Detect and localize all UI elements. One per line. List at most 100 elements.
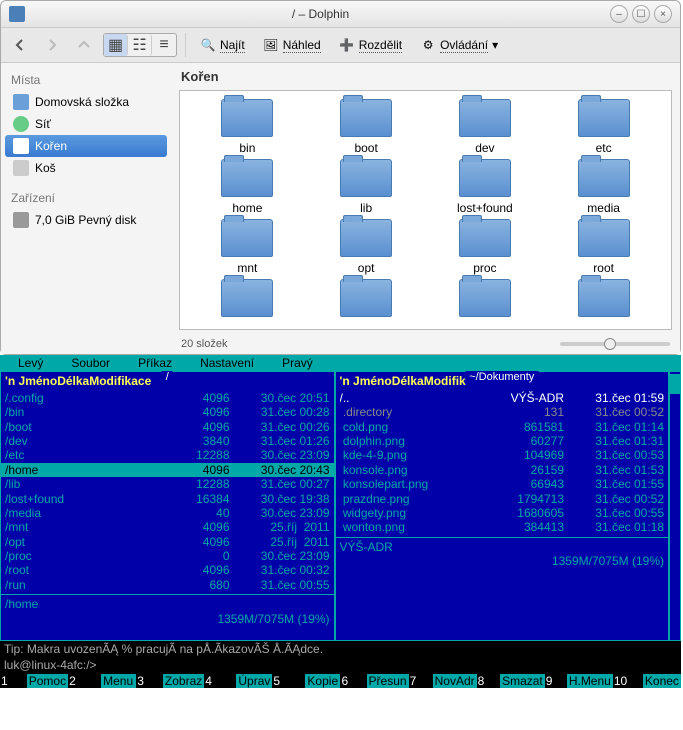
icons-view-button[interactable]: ▦	[104, 34, 128, 56]
folder-item[interactable]	[188, 279, 307, 321]
fkey-4[interactable]: 4Úprav	[204, 674, 272, 688]
mc-file-row[interactable]: konsole.png2615931.čec 01:53	[336, 463, 669, 477]
folder-item[interactable]: home	[188, 159, 307, 215]
mc-menu[interactable]: Levý Soubor Příkaz Nastavení Pravý	[0, 355, 681, 371]
mc-file-row[interactable]: prazdne.png179471331.čec 00:52	[336, 492, 669, 506]
titlebar[interactable]: / – Dolphin – ☐ ×	[1, 1, 680, 28]
back-button[interactable]	[7, 32, 33, 58]
minimize-button[interactable]: –	[610, 5, 628, 23]
file-view[interactable]: bin bootdevetc homeliblost+foundmedia mntop…	[179, 90, 672, 330]
folder-icon	[459, 159, 511, 197]
fkey-2[interactable]: 2Menu	[68, 674, 136, 688]
mc-menu-right[interactable]: Pravý	[268, 356, 327, 370]
mc-fkeys[interactable]: 1Pomoc2Menu3Zobraz4Úprav5Kopie6Přesun7No…	[0, 674, 681, 688]
folder-item[interactable]: opt	[307, 219, 426, 275]
folder-icon	[221, 159, 273, 197]
find-button[interactable]: 🔍 Najít	[194, 34, 251, 56]
binoculars-icon: 🔍	[200, 37, 216, 53]
mc-prompt[interactable]: luk@linux-4afc:/>	[0, 657, 681, 673]
folder-icon	[578, 279, 630, 317]
sidebar-item-trash[interactable]: Koš	[5, 157, 167, 179]
folder-item[interactable]: bin	[188, 99, 307, 155]
mc-menu-left[interactable]: Levý	[4, 356, 57, 370]
folder-item[interactable]: root	[544, 219, 663, 275]
view-mode-group: ▦ ☷ ≡	[103, 33, 177, 57]
fkey-10[interactable]: 10Konec	[613, 674, 681, 688]
mc-file-row[interactable]: /root409631.čec 00:32	[1, 563, 334, 577]
zoom-slider[interactable]	[560, 342, 670, 346]
folder-item[interactable]: lib	[307, 159, 426, 215]
folder-item[interactable]: mnt	[188, 219, 307, 275]
mc-file-row[interactable]: kde-4-9.png10496931.čec 00:53	[336, 448, 669, 462]
up-button[interactable]	[71, 32, 97, 58]
fkey-3[interactable]: 3Zobraz	[136, 674, 204, 688]
fkey-1[interactable]: 1Pomoc	[0, 674, 68, 688]
mc-file-row[interactable]: /..VÝŠ-ADR31.čec 01:59	[336, 391, 669, 405]
sidebar-item-network[interactable]: Síť	[5, 113, 167, 135]
folder-item[interactable]	[307, 279, 426, 321]
close-button[interactable]: ×	[654, 5, 672, 23]
folder-item[interactable]: boot	[307, 99, 426, 155]
mc-file-row[interactable]: /dev384031.čec 01:26	[1, 434, 334, 448]
mc-file-row[interactable]: widgety.png168060531.čec 00:55	[336, 506, 669, 520]
mc-file-row[interactable]: konsolepart.png6694331.čec 01:55	[336, 477, 669, 491]
item-count: 20 složek	[181, 338, 227, 350]
fkey-9[interactable]: 9H.Menu	[545, 674, 613, 688]
preview-button[interactable]: 🖼 Náhled	[257, 34, 327, 56]
mc-file-row[interactable]: cold.png86158131.čec 01:14	[336, 420, 669, 434]
fkey-5[interactable]: 5Kopie	[272, 674, 340, 688]
midnight-commander: Levý Soubor Příkaz Nastavení Pravý / 'n …	[0, 355, 681, 688]
app-icon	[9, 6, 25, 22]
mc-file-row[interactable]: /media4030.čec 23:09	[1, 506, 334, 520]
compact-view-button[interactable]: ☷	[128, 34, 152, 56]
mc-file-row[interactable]: wonton.png38441331.čec 01:18	[336, 520, 669, 534]
mc-right-panel[interactable]: ~/Dokumenty 'n JménoDélkaModifikace /..V…	[335, 371, 670, 641]
mc-file-row[interactable]: /etc1228830.čec 23:09	[1, 448, 334, 462]
mc-file-row[interactable]: dolphin.png6027731.čec 01:31	[336, 434, 669, 448]
mc-file-row[interactable]: /bin409631.čec 00:28	[1, 405, 334, 419]
toolbar: ▦ ☷ ≡ 🔍 Najít 🖼 Náhled ➕ Rozdělit ⚙ Ovlá…	[1, 28, 680, 63]
folder-item[interactable]: proc	[426, 219, 545, 275]
mc-file-row[interactable]: /home409630.čec 20:43	[1, 463, 334, 477]
folder-item[interactable]: dev	[426, 99, 545, 155]
fkey-7[interactable]: 7NovAdr	[409, 674, 477, 688]
fkey-8[interactable]: 8Smazat	[477, 674, 545, 688]
mc-file-row[interactable]: /boot409631.čec 00:26	[1, 420, 334, 434]
folder-item[interactable]: etc	[544, 99, 663, 155]
folder-icon	[459, 279, 511, 317]
details-view-button[interactable]: ≡	[152, 34, 176, 56]
fkey-6[interactable]: 6Přesun	[340, 674, 408, 688]
mc-file-row[interactable]: /proc030.čec 23:09	[1, 549, 334, 563]
sidebar-item-disk[interactable]: 7,0 GiB Pevný disk	[5, 209, 167, 231]
folder-item[interactable]: lost+found	[426, 159, 545, 215]
root-icon	[13, 138, 29, 154]
folder-label: root	[593, 261, 614, 275]
folder-label: bin	[239, 141, 255, 155]
control-button[interactable]: ⚙ Ovládání ▾	[414, 34, 504, 56]
mc-menu-settings[interactable]: Nastavení	[186, 356, 268, 370]
mc-file-row[interactable]: /mnt409625.říj 2011	[1, 520, 334, 534]
forward-button[interactable]	[39, 32, 65, 58]
slider-thumb[interactable]	[604, 338, 616, 350]
maximize-button[interactable]: ☐	[632, 5, 650, 23]
window-title: / – Dolphin	[31, 7, 610, 21]
split-button[interactable]: ➕ Rozdělit	[333, 34, 408, 56]
mc-file-row[interactable]: /run68031.čec 00:55	[1, 578, 334, 592]
home-icon	[13, 94, 29, 110]
folder-item[interactable]	[544, 279, 663, 321]
mc-file-row[interactable]: .directory13131.čec 00:52	[336, 405, 669, 419]
mc-left-panel[interactable]: / 'n JménoDélkaModifikace /.config409630…	[0, 371, 335, 641]
mc-menu-command[interactable]: Příkaz	[124, 356, 186, 370]
sidebar-item-root[interactable]: Kořen	[5, 135, 167, 157]
sidebar-item-home[interactable]: Domovská složka	[5, 91, 167, 113]
mc-file-row[interactable]: /.config409630.čec 20:51	[1, 391, 334, 405]
folder-icon	[578, 99, 630, 137]
mc-scrollbar[interactable]	[669, 371, 681, 641]
location-heading: Kořen	[171, 63, 680, 90]
mc-file-row[interactable]: /opt409625.říj 2011	[1, 535, 334, 549]
mc-file-row[interactable]: /lib1228831.čec 00:27	[1, 477, 334, 491]
folder-item[interactable]	[426, 279, 545, 321]
folder-item[interactable]: media	[544, 159, 663, 215]
mc-menu-file[interactable]: Soubor	[57, 356, 124, 370]
mc-file-row[interactable]: /lost+found1638430.čec 19:38	[1, 492, 334, 506]
